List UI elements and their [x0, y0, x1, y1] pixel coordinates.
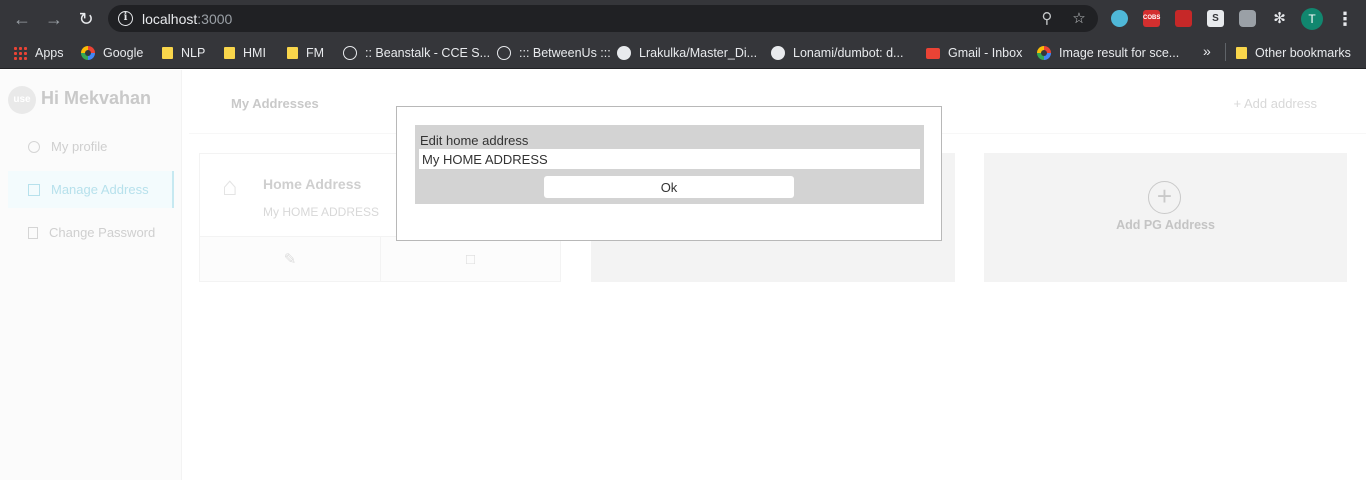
sidebar-item-change-password[interactable]: Change Password — [8, 214, 174, 251]
bookmark-google[interactable]: Google — [81, 44, 143, 62]
bookmark-gmail[interactable]: Gmail - Inbox — [926, 44, 1022, 62]
card-actions: ✎ □ — [200, 236, 560, 282]
site-info-icon[interactable]: i — [118, 11, 133, 26]
bookmark-other[interactable]: Other bookmarks — [1236, 44, 1351, 62]
folder-icon — [287, 47, 298, 59]
globe-icon — [497, 46, 511, 60]
profile-avatar[interactable]: T — [1301, 8, 1323, 30]
apps-grid-icon — [13, 46, 27, 60]
extension-blue-icon[interactable] — [1111, 10, 1128, 27]
address-bar[interactable]: i localhost:3000 ⚲ ☆ — [108, 5, 1098, 32]
bookmark-dumbot[interactable]: Lonami/dumbot: d... — [771, 44, 903, 62]
add-pg-address-card[interactable]: + Add PG Address — [984, 153, 1347, 282]
edit-address-modal: Edit home address Ok — [396, 106, 942, 241]
browser-menu-icon[interactable]: ⋮ — [1336, 8, 1354, 30]
sidebar-item-my-profile[interactable]: My profile — [8, 128, 174, 165]
sidebar-item-label: My profile — [51, 139, 108, 154]
extension-red-icon[interactable] — [1175, 10, 1192, 27]
profile-icon — [28, 140, 40, 153]
gmail-icon — [926, 47, 940, 59]
address-card-title: Home Address — [263, 176, 362, 192]
bookmark-apps[interactable]: Apps — [13, 44, 64, 62]
folder-icon — [1236, 47, 1247, 59]
zoom-icon[interactable]: ⚲ — [1038, 10, 1056, 28]
sidebar: use Hi Mekvahan My profile Manage Addres… — [0, 70, 182, 480]
star-icon[interactable]: ☆ — [1070, 10, 1088, 28]
reload-icon[interactable]: ↻ — [75, 8, 97, 30]
folder-icon — [224, 47, 235, 59]
sidebar-item-manage-address[interactable]: Manage Address — [8, 171, 174, 208]
page-title: My Addresses — [231, 96, 319, 111]
bookmark-betweenus[interactable]: ::: BetweenUs ::: — [497, 44, 611, 62]
sidebar-item-label: Change Password — [49, 225, 156, 240]
modal-label: Edit home address — [420, 133, 529, 148]
google-icon — [81, 46, 95, 60]
sidebar-item-label: Manage Address — [51, 182, 149, 197]
bookmark-fm[interactable]: FM — [287, 44, 324, 62]
app-logo: use — [8, 86, 36, 114]
url-text[interactable]: localhost:3000 — [142, 11, 232, 27]
extension-s-icon[interactable]: S — [1207, 10, 1224, 27]
bookmark-beanstalk[interactable]: :: Beanstalk - CCE S... — [343, 44, 490, 62]
forward-arrow-icon[interactable]: → — [43, 8, 65, 30]
document-icon — [28, 226, 38, 239]
browser-toolbar: ← → ↻ i localhost:3000 ⚲ ☆ COBS S ✻ T ⋮ — [0, 0, 1366, 37]
ok-button[interactable]: Ok — [544, 176, 794, 198]
home-address-input[interactable] — [419, 149, 920, 169]
address-card-text: My HOME ADDRESS — [263, 205, 380, 219]
home-icon: ⌂ — [222, 171, 238, 201]
delete-icon[interactable]: □ — [380, 237, 560, 282]
bookmark-master-di[interactable]: Lrakulka/Master_Di... — [617, 44, 757, 62]
bookmark-image-result[interactable]: Image result for sce... — [1037, 44, 1179, 62]
extension-cobs-icon[interactable]: COBS — [1143, 10, 1160, 27]
globe-icon — [343, 46, 357, 60]
add-address-link[interactable]: + Add address — [1234, 96, 1317, 111]
modal-form: Edit home address Ok — [415, 125, 924, 204]
plus-circle-icon: + — [1148, 181, 1181, 214]
github-icon — [771, 46, 785, 60]
greeting-text: Hi Mekvahan — [41, 88, 152, 108]
bookmark-nlp[interactable]: NLP — [162, 44, 205, 62]
extensions-puzzle-icon[interactable]: ✻ — [1271, 10, 1288, 27]
back-arrow-icon[interactable]: ← — [11, 8, 33, 30]
google-icon — [1037, 46, 1051, 60]
folder-icon — [162, 47, 173, 59]
github-icon — [617, 46, 631, 60]
edit-icon[interactable]: ✎ — [200, 237, 380, 282]
monitor-icon — [28, 183, 40, 196]
bookmarks-bar: Apps Google NLP HMI FM :: Beanstalk - CC… — [0, 37, 1366, 69]
bookmarks-divider — [1225, 43, 1226, 61]
bookmark-hmi[interactable]: HMI — [224, 44, 266, 62]
more-bookmarks-icon[interactable]: » — [1203, 43, 1211, 59]
camera-extension-icon[interactable] — [1239, 10, 1256, 27]
add-pg-address-label: Add PG Address — [1116, 218, 1215, 232]
